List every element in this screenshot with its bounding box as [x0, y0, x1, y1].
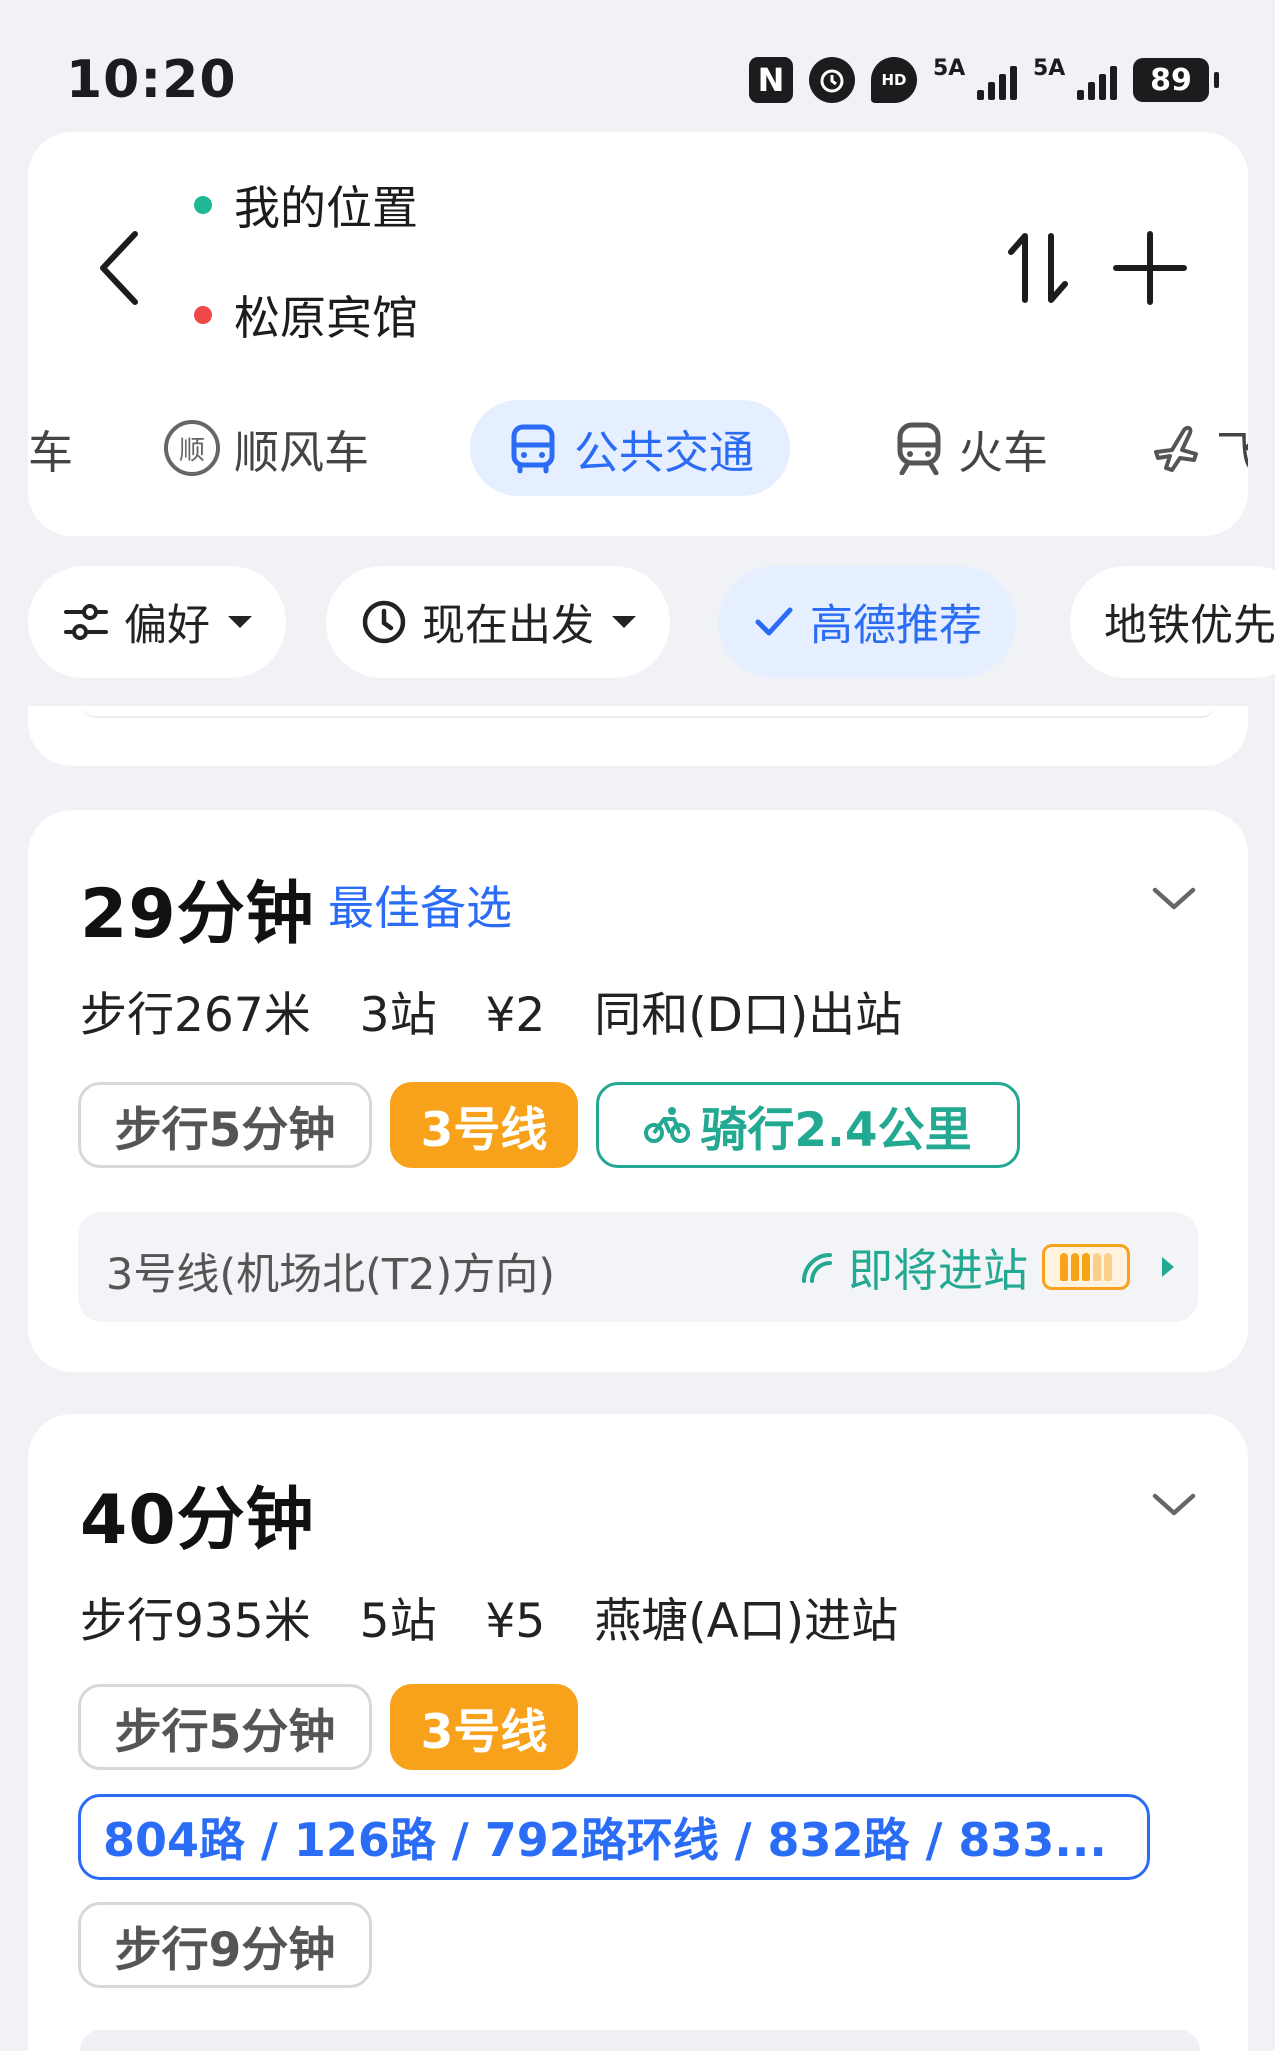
chevron-down-icon [1152, 887, 1196, 910]
stop-count: 5站 [359, 1594, 437, 1649]
signal-2-label: 5A [1033, 56, 1066, 81]
segment-metro-line-3: 3号线 [390, 1684, 578, 1770]
checkmark-icon [755, 607, 793, 636]
signal-icon-1: 5A [933, 56, 1017, 104]
exit-station: 同和(D口)出站 [594, 988, 903, 1043]
segment-walk: 步行5分钟 [78, 1684, 372, 1770]
next-route-card [80, 2030, 1200, 2051]
alarm-icon [809, 57, 855, 103]
clock-icon [362, 600, 406, 644]
arrival-text: 即将进站 [847, 1244, 1028, 1297]
subway-first-label: 地铁优先 [1104, 601, 1275, 651]
location-hd-icon: HD [871, 57, 917, 103]
segment-bus-lines: 804路 / 126路 / 792路环线 / 832路 / 833... [78, 1794, 1150, 1880]
tab-carpool[interactable]: 顺 顺风车 [164, 400, 369, 496]
status-icons: N HD 5A 5A 89 [749, 56, 1219, 104]
recommended-filter[interactable]: 高德推荐 [718, 566, 1016, 678]
tab-train[interactable]: 火车 [894, 400, 1048, 496]
departure-time-label: 现在出发 [422, 601, 594, 651]
expand-route-button[interactable] [1144, 1474, 1204, 1534]
segment-bike: 骑行2.4公里 [596, 1082, 1020, 1168]
segment-metro-line-3: 3号线 [390, 1082, 578, 1168]
tab-public-transit-label: 公共交通 [574, 425, 755, 479]
tab-public-transit[interactable]: 公共交通 [470, 400, 791, 496]
chevron-down-icon [612, 616, 636, 628]
origin-field[interactable]: 我的位置 [194, 172, 418, 238]
preference-filter-label: 偏好 [124, 601, 210, 651]
nfc-icon: N [749, 57, 793, 103]
status-time: 10:20 [66, 50, 237, 110]
route-summary: 步行935米 5站 ¥5 燕塘(A口)进站 [80, 1582, 932, 1651]
stop-count: 3站 [359, 988, 437, 1043]
recommended-filter-label: 高德推荐 [810, 601, 982, 651]
bicycle-icon [644, 1107, 691, 1143]
chevron-right-icon [1162, 1256, 1174, 1277]
walk-distance: 步行935米 [80, 1594, 311, 1649]
signal-icon-2: 5A [1033, 56, 1117, 104]
fare: ¥5 [485, 1594, 546, 1649]
fare: ¥2 [485, 988, 546, 1043]
route-badge: 最佳备选 [328, 881, 512, 935]
expand-route-button[interactable] [1144, 868, 1204, 928]
destination-label: 松原宾馆 [234, 291, 418, 345]
swap-arrows-icon [1008, 233, 1068, 303]
segment-walk-2: 步行9分钟 [78, 1902, 372, 1988]
tab-car[interactable]: 车 [28, 400, 73, 496]
departure-time-filter[interactable]: 现在出发 [326, 566, 670, 678]
back-arrow-icon [100, 231, 138, 305]
line-direction-bar[interactable]: 3号线(机场北(T2)方向) 即将进站 [78, 1212, 1198, 1322]
signal-1-label: 5A [933, 56, 966, 81]
carpool-icon: 顺 [164, 420, 220, 476]
tab-flight-label: 飞 [1216, 425, 1248, 479]
route-header-card: 我的位置 松原宾馆 车 顺 顺风车 公共交通 火车 飞 [28, 132, 1248, 536]
filter-chips: 偏好 现在出发 高德推荐 地铁优先 [0, 566, 1275, 682]
origin-label: 我的位置 [234, 181, 418, 235]
route-duration: 29分钟 [80, 875, 315, 954]
bus-icon [506, 421, 560, 475]
line-direction: 3号线(机场北(T2)方向) [106, 1250, 556, 1300]
destination-field[interactable]: 松原宾馆 [194, 282, 418, 348]
entry-station: 燕塘(A口)进站 [594, 1594, 899, 1649]
swap-route-button[interactable] [988, 216, 1088, 320]
tab-train-label: 火车 [958, 425, 1049, 479]
back-button[interactable] [80, 218, 160, 318]
segment-walk: 步行5分钟 [78, 1082, 372, 1168]
plus-icon [1113, 231, 1187, 305]
plane-icon [1150, 422, 1202, 474]
walk-distance: 步行267米 [80, 988, 311, 1043]
transport-mode-tabs: 车 顺 顺风车 公共交通 火车 飞 [28, 400, 1248, 496]
route-option-card-2[interactable]: 40分钟 步行935米 5站 ¥5 燕塘(A口)进站 步行5分钟 3号线 804… [28, 1414, 1248, 2051]
arrival-status: 即将进站 [798, 1234, 1174, 1299]
origin-dot [194, 196, 212, 214]
realtime-signal-icon [801, 1252, 832, 1283]
route-summary: 步行267米 3站 ¥2 同和(D口)出站 [80, 976, 936, 1045]
segment-bike-label: 骑行2.4公里 [700, 1102, 972, 1158]
destination-dot [194, 306, 212, 324]
chevron-down-icon [228, 616, 252, 628]
subway-first-filter[interactable]: 地铁优先 [1070, 566, 1275, 678]
train-icon [894, 421, 944, 475]
route-option-card-1[interactable]: 29分钟 最佳备选 步行267米 3站 ¥2 同和(D口)出站 步行5分钟 3号… [28, 810, 1248, 1372]
chevron-down-icon [1152, 1493, 1196, 1516]
tab-flight[interactable]: 飞 [1150, 400, 1248, 496]
add-waypoint-button[interactable] [1100, 216, 1200, 320]
tab-carpool-label: 顺风车 [234, 425, 370, 479]
crowd-level-icon [1042, 1243, 1130, 1290]
previous-route-card [28, 706, 1248, 766]
preference-filter[interactable]: 偏好 [28, 566, 286, 678]
route-duration: 40分钟 [80, 1481, 315, 1560]
status-bar: 10:20 N HD 5A 5A 89 [0, 0, 1275, 140]
battery-icon: 89 [1133, 58, 1219, 102]
tab-car-label: 车 [28, 425, 74, 479]
sliders-icon [64, 604, 108, 640]
